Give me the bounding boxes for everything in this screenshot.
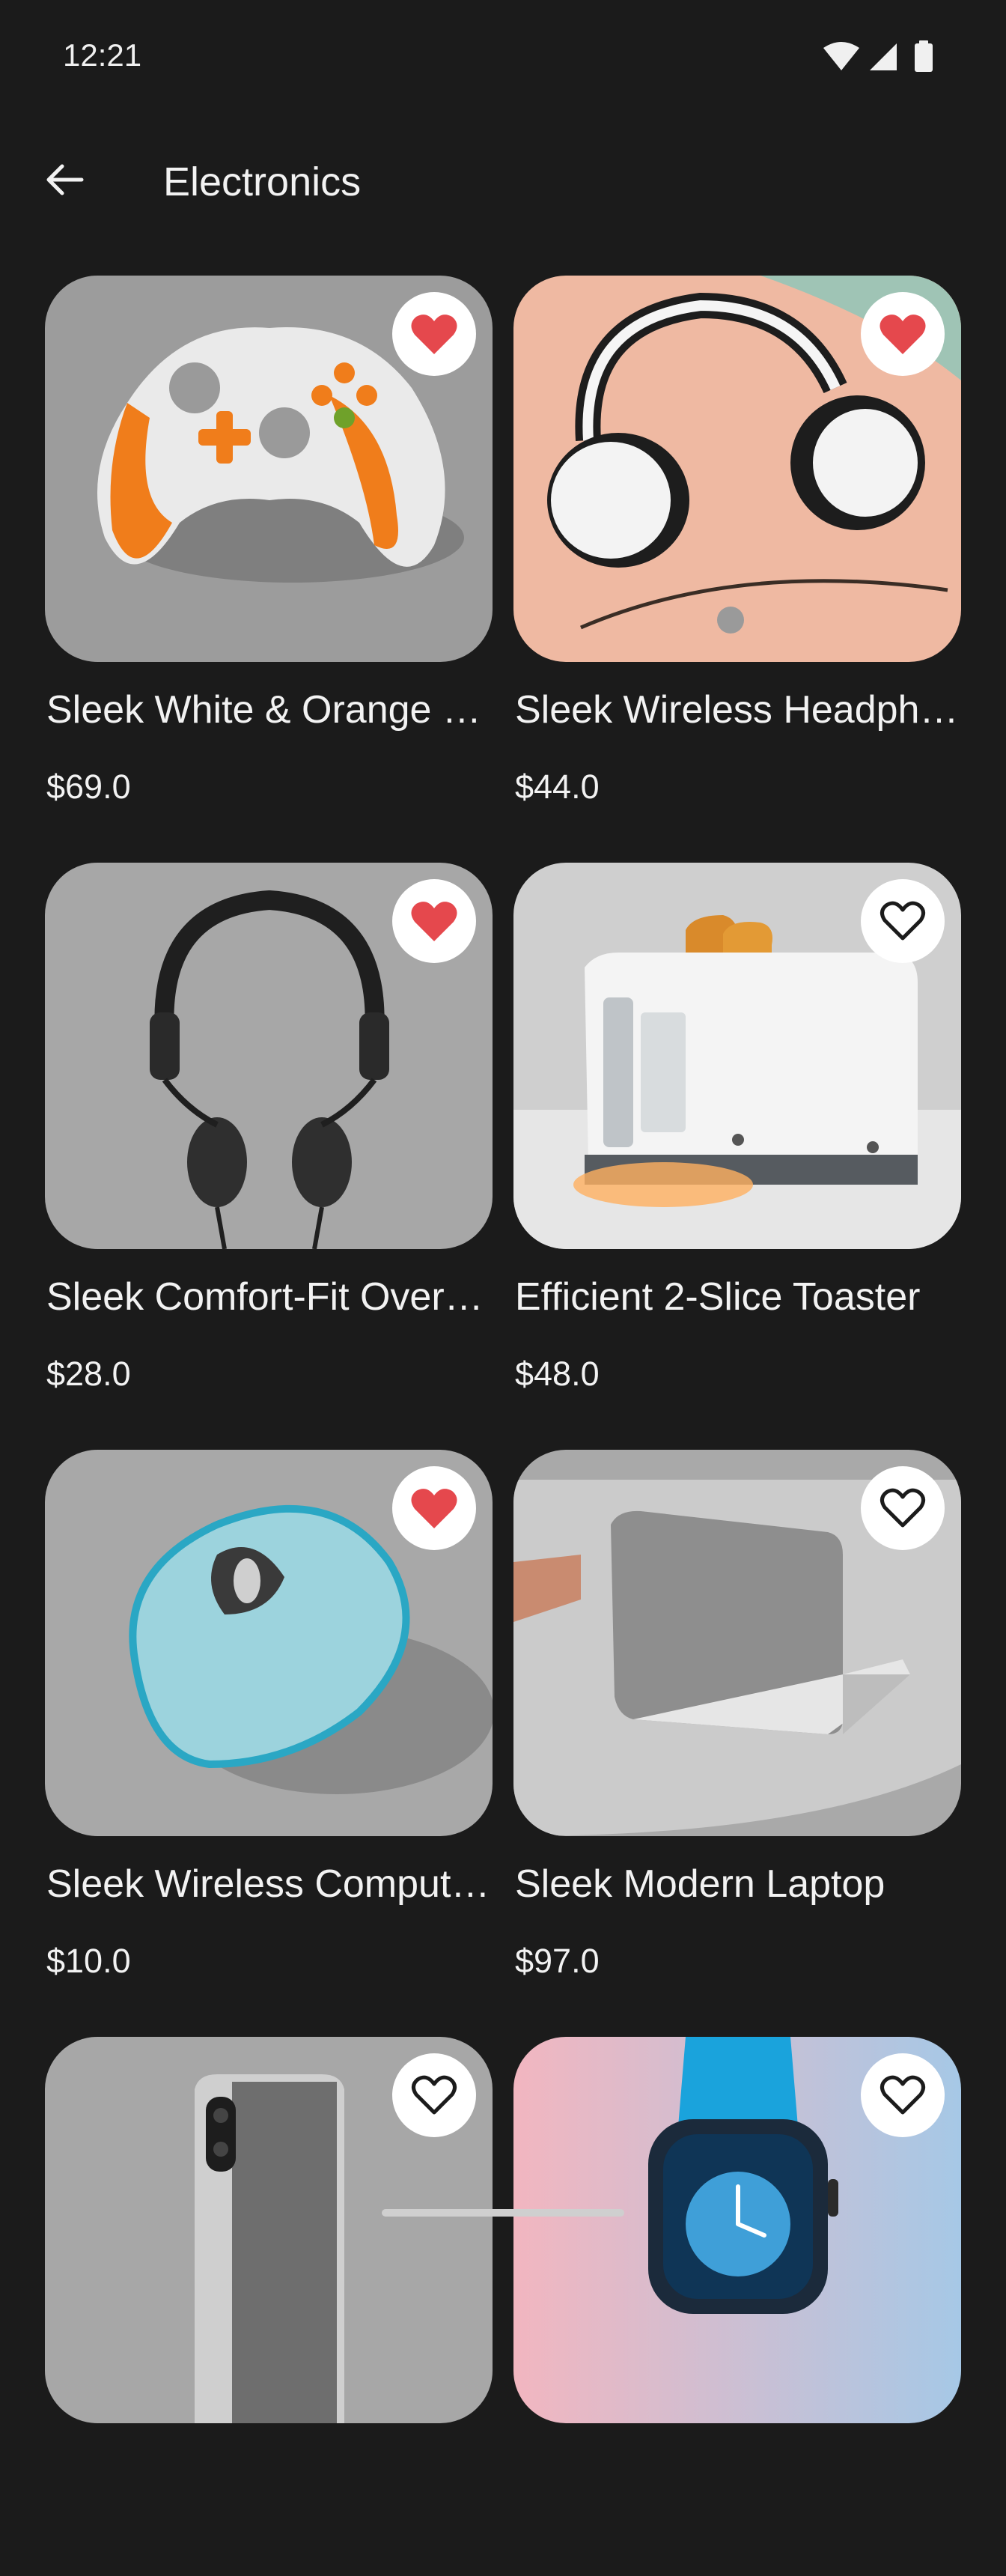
heart-outline-icon [412, 2075, 457, 2115]
heart-filled-icon [880, 315, 926, 354]
product-name: Sleek Comfort-Fit Over-Ear Headphones [46, 1275, 493, 1319]
product-card[interactable] [45, 2037, 493, 2576]
product-name: Efficient 2-Slice Toaster [515, 1275, 921, 1319]
status-time: 12:21 [63, 37, 142, 73]
product-price: $48.0 [515, 1355, 600, 1393]
battery-icon [915, 40, 933, 72]
product-name: Sleek Wireless Computer Mouse [46, 1862, 493, 1906]
back-button[interactable] [30, 150, 97, 210]
status-bar: 12:21 [0, 0, 1006, 112]
product-card[interactable]: Sleek Wireless Computer Mouse $10.0 [45, 1450, 493, 1989]
product-card[interactable]: Sleek White & Orange Wireless Controller… [45, 276, 493, 815]
product-price: $44.0 [515, 768, 600, 806]
favorite-button[interactable] [861, 2053, 945, 2137]
favorite-button[interactable] [392, 1466, 476, 1550]
favorite-button[interactable] [392, 292, 476, 376]
heart-outline-icon [880, 1488, 925, 1528]
product-price: $69.0 [46, 768, 131, 806]
product-name: Sleek Wireless Headphones [515, 688, 961, 732]
wifi-icon [823, 42, 859, 70]
product-card[interactable]: Efficient 2-Slice Toaster $48.0 [513, 863, 961, 1402]
product-price: $28.0 [46, 1355, 131, 1393]
cellular-signal-icon [870, 43, 897, 70]
product-card[interactable]: Sleek Modern Laptop $97.0 [513, 1450, 961, 1989]
heart-filled-icon [411, 1489, 457, 1528]
favorite-button[interactable] [861, 292, 945, 376]
heart-outline-icon [880, 2075, 925, 2115]
heart-filled-icon [411, 315, 457, 354]
heart-filled-icon [411, 902, 457, 941]
product-name: Sleek Modern Laptop [515, 1862, 885, 1906]
product-price: $97.0 [515, 1942, 600, 1980]
status-icons [823, 40, 943, 73]
arrow-back-icon [46, 164, 84, 195]
app-bar [0, 135, 1006, 225]
home-indicator[interactable] [382, 2209, 624, 2217]
favorite-button[interactable] [861, 879, 945, 963]
product-name: Sleek White & Orange Wireless Controller [46, 688, 493, 732]
product-card[interactable]: Sleek Comfort-Fit Over-Ear Headphones $2… [45, 863, 493, 1402]
product-price: $10.0 [46, 1942, 131, 1980]
product-card[interactable]: Sleek Wireless Headphones $44.0 [513, 276, 961, 815]
favorite-button[interactable] [392, 879, 476, 963]
favorite-button[interactable] [861, 1466, 945, 1550]
heart-outline-icon [880, 901, 925, 941]
favorite-button[interactable] [392, 2053, 476, 2137]
product-card[interactable] [513, 2037, 961, 2576]
page-title: Electronics [163, 160, 362, 204]
